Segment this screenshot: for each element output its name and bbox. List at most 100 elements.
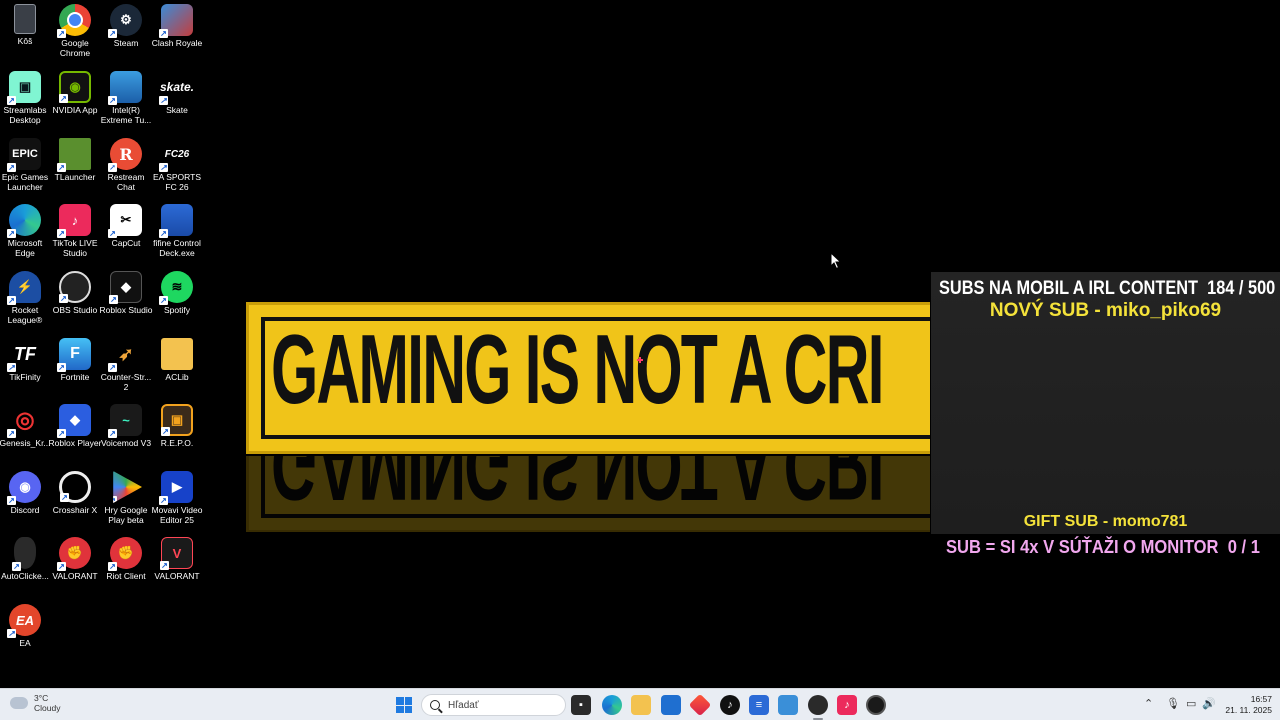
desktop-icon-fortnite[interactable]: F ↗ Fortnite (50, 338, 100, 382)
desktop-icon-capcut[interactable]: ✂ ↗ CapCut (101, 204, 151, 248)
desktop-icon-clash-royale[interactable]: ↗ Clash Royale (152, 4, 202, 48)
edge-icon: ↗ (7, 204, 41, 238)
desktop-icon-label: Genesis_Kr... (0, 438, 51, 448)
microphone-icon[interactable]: 🎙 (1166, 697, 1180, 710)
epic-games-icon: EPIC ↗ (7, 138, 41, 172)
tiktok-icon: ♪ ↗ (57, 204, 91, 238)
shortcut-arrow-icon: ↗ (161, 427, 170, 436)
streamlabs-icon: ▣ ↗ (7, 71, 41, 105)
desktop-icon-ea-sports-fc[interactable]: FC26 ↗ EA SPORTS FC 26 (152, 138, 202, 193)
ea-sports-fc-icon: FC26 ↗ (159, 148, 190, 172)
google-play-icon: ↗ (109, 471, 142, 505)
network-icon[interactable]: ▭ (1186, 697, 1196, 710)
shortcut-arrow-icon: ↗ (7, 629, 16, 638)
search-box[interactable]: Hľadať (421, 694, 566, 716)
desktop-icon-riot-client[interactable]: ✊ ↗ Riot Client (101, 537, 151, 581)
desktop-icon-restream[interactable]: R ↗ Restream Chat (101, 138, 151, 192)
taskbar-tiktok-icon[interactable]: ♪ (720, 695, 740, 715)
movavi-icon: ▶ ↗ (159, 471, 193, 505)
shortcut-arrow-icon: ↗ (109, 496, 117, 505)
desktop-icon-intel[interactable]: ↗ Intel(R) Extreme Tu... (101, 71, 151, 125)
desktop-icon-spotify[interactable]: ≋ ↗ Spotify (152, 271, 202, 315)
desktop-icon-folder[interactable]: ACLib (152, 338, 202, 382)
search-placeholder: Hľadať (448, 699, 479, 711)
shortcut-arrow-icon: ↗ (108, 562, 117, 571)
desktop-icon-label: Voicemod V3 (100, 438, 152, 448)
skate-icon: skate. ↗ (159, 80, 195, 105)
desktop-icon-ea[interactable]: EA ↗ EA (0, 604, 50, 648)
desktop-icon-repo[interactable]: ▣ ↗ R.E.P.O. (152, 404, 202, 448)
shortcut-arrow-icon: ↗ (7, 363, 16, 372)
capcut-icon: ✂ ↗ (108, 204, 142, 238)
weather-widget[interactable]: 3°C Cloudy (10, 693, 60, 713)
system-clock[interactable]: 16:57 21. 11. 2025 (1222, 694, 1272, 716)
intel-icon: ↗ (108, 71, 142, 105)
desktop-icon-roblox-player[interactable]: ◆ ↗ Roblox Player (49, 404, 101, 448)
desktop-icon-rocket-league[interactable]: ⚡ ↗ Rocket League® (0, 271, 50, 325)
desktop-icon-streamlabs[interactable]: ▣ ↗ Streamlabs Desktop (0, 71, 50, 125)
taskbar-app-icon[interactable] (688, 693, 712, 717)
restream-icon: R ↗ (108, 138, 142, 172)
riot-valorant-icon: ✊ ↗ (57, 537, 91, 571)
taskbar-notepad-icon[interactable]: ≡ (749, 695, 769, 715)
desktop-icon-recycle-bin[interactable]: Kôš (0, 4, 50, 46)
desktop-icon-movavi[interactable]: ▶ ↗ Movavi Video Editor 25 (152, 471, 202, 525)
desktop-icon-steam[interactable]: ⚙ ↗ Steam (101, 4, 151, 48)
shortcut-arrow-icon: ↗ (7, 229, 16, 238)
desktop-icon-label: VALORANT (52, 571, 98, 581)
shortcut-arrow-icon: ↗ (60, 493, 69, 502)
taskbar-nvidia-icon[interactable] (778, 695, 798, 715)
taskbar-tiktok-live-icon[interactable]: ♪ (837, 695, 857, 715)
desktop-icon-label: Epic Games Launcher (1, 172, 49, 192)
desktop-icon-crosshair[interactable]: ↗ Crosshair X (50, 471, 100, 515)
taskbar-crosshair-icon[interactable] (866, 695, 886, 715)
folder-icon (161, 338, 193, 370)
desktop-icon-valorant[interactable]: V ↗ VALORANT (152, 537, 202, 581)
desktop-icon-nvidia[interactable]: ◉ ↗ NVIDIA App (50, 71, 100, 115)
desktop-icon-mouse[interactable]: ↗ AutoClicke... (0, 537, 50, 581)
taskbar-store-icon[interactable] (661, 695, 681, 715)
desktop-icon-roblox-studio[interactable]: ◆ ↗ Roblox Studio (100, 271, 152, 315)
desktop-icon-label: Riot Client (106, 571, 146, 581)
shortcut-arrow-icon: ↗ (108, 29, 117, 38)
desktop-icon-tikfinity[interactable]: TF ↗ TikFinity (0, 338, 50, 382)
desktop-icon-genesis[interactable]: ◎ ↗ Genesis_Kr... (0, 404, 51, 448)
desktop[interactable]: GAMING IS NOT A CRI GAMING IS NOT A CRI … (0, 0, 1280, 688)
desktop-icon-label: Intel(R) Extreme Tu... (100, 105, 152, 125)
desktop-icon-label: Hry Google Play beta (104, 505, 148, 525)
desktop-icon-label: VALORANT (154, 571, 200, 581)
shortcut-arrow-icon: ↗ (59, 294, 68, 303)
voicemod-icon: ~ ↗ (108, 404, 142, 438)
taskbar-obs-icon[interactable] (808, 695, 828, 720)
banner-plate: GAMING IS NOT A CRI (246, 302, 930, 454)
desktop-icon-epic-games[interactable]: EPIC ↗ Epic Games Launcher (0, 138, 50, 192)
desktop-icon-label: TikTok LIVE Studio (52, 238, 98, 258)
desktop-icon-label: Microsoft Edge (7, 238, 43, 258)
desktop-icon-edge[interactable]: ↗ Microsoft Edge (0, 204, 50, 258)
taskbar-task-view-icon[interactable]: ▪ (571, 695, 591, 715)
show-hidden-icons-chevron-icon[interactable]: ⌃ (1144, 697, 1153, 710)
desktop-icon-counter-strike[interactable]: ➶ ↗ Counter-Str... 2 (101, 338, 152, 393)
shortcut-arrow-icon: ↗ (108, 162, 117, 172)
start-button[interactable] (396, 697, 412, 713)
nvidia-icon: ◉ ↗ (59, 71, 91, 103)
desktop-icon-riot-valorant[interactable]: ✊ ↗ VALORANT (50, 537, 100, 581)
steam-icon: ⚙ ↗ (108, 4, 142, 38)
clock-time: 16:57 (1250, 694, 1272, 704)
shortcut-arrow-icon: ↗ (160, 561, 169, 570)
desktop-icon-label: NVIDIA App (52, 105, 98, 115)
weather-temperature: 3°C (34, 693, 49, 703)
desktop-icon-skate[interactable]: skate. ↗ Skate (152, 71, 202, 115)
volume-icon[interactable]: 🔊 (1202, 697, 1216, 710)
desktop-icon-tlauncher[interactable]: ↗ TLauncher (50, 138, 100, 182)
taskbar-edge-icon[interactable] (602, 695, 622, 715)
desktop-icon-google-play[interactable]: ↗ Hry Google Play beta (101, 471, 151, 525)
weather-description: Cloudy (34, 703, 61, 713)
taskbar-file-explorer-icon[interactable] (631, 695, 651, 715)
desktop-icon-chrome[interactable]: ↗ Google Chrome (50, 4, 100, 58)
desktop-icon-tiktok[interactable]: ♪ ↗ TikTok LIVE Studio (50, 204, 100, 258)
desktop-icon-fifine[interactable]: ↗ fifine Control Deck.exe (152, 204, 202, 258)
desktop-icon-obs[interactable]: ↗ OBS Studio (50, 271, 100, 315)
desktop-icon-voicemod[interactable]: ~ ↗ Voicemod V3 (101, 404, 151, 448)
desktop-icon-discord[interactable]: ◉ ↗ Discord (0, 471, 50, 515)
